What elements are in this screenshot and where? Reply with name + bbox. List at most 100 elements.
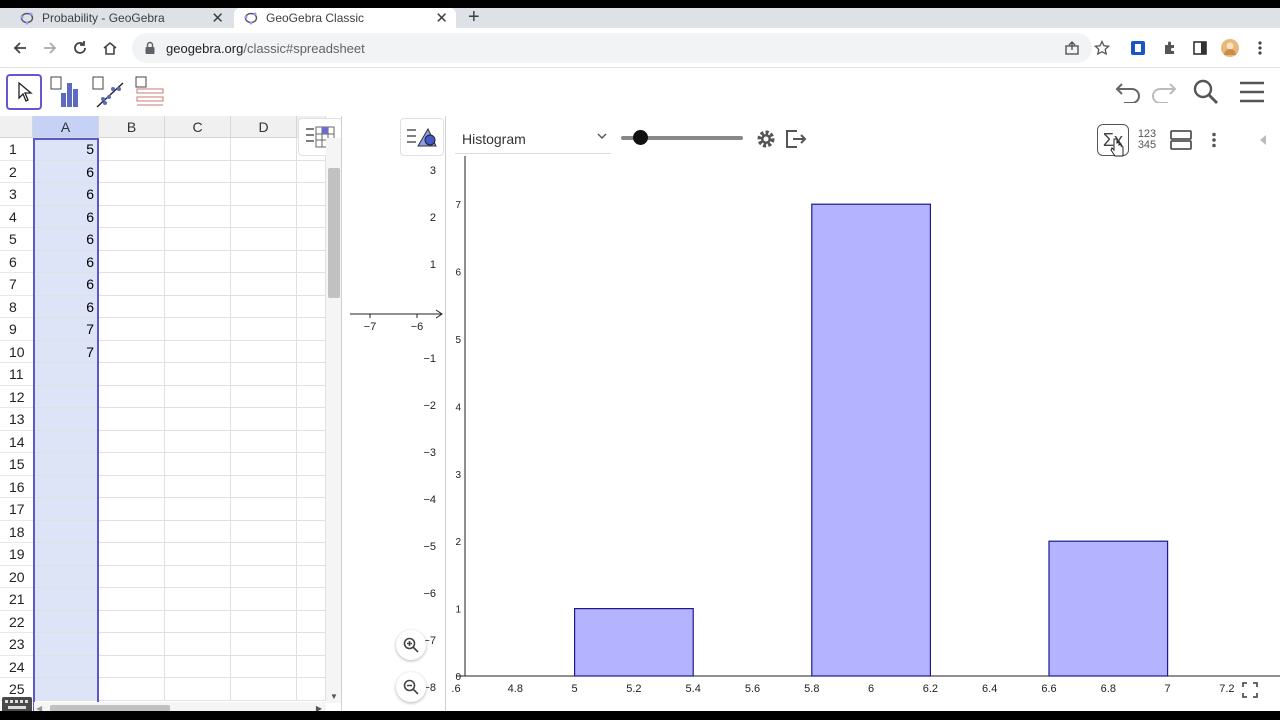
cell-b[interactable] bbox=[99, 183, 165, 206]
cell-e[interactable] bbox=[297, 205, 326, 228]
cell-b[interactable] bbox=[99, 543, 165, 566]
cell-b[interactable] bbox=[99, 250, 165, 273]
row-header[interactable]: 13 bbox=[0, 408, 33, 431]
cell-a[interactable] bbox=[33, 408, 99, 431]
row-header[interactable]: 17 bbox=[0, 498, 33, 521]
extensions-puzzle-icon[interactable] bbox=[1160, 38, 1180, 58]
row-header[interactable]: 10 bbox=[0, 340, 33, 363]
cell-c[interactable] bbox=[165, 385, 231, 408]
vertical-scrollbar[interactable]: ▼ bbox=[326, 138, 341, 703]
cell-d[interactable] bbox=[231, 228, 297, 251]
row-header[interactable]: 19 bbox=[0, 543, 33, 566]
cell-b[interactable] bbox=[99, 588, 165, 611]
cell-d[interactable] bbox=[231, 183, 297, 206]
row-header[interactable]: 4 bbox=[0, 205, 33, 228]
cell-c[interactable] bbox=[165, 340, 231, 363]
export-icon[interactable] bbox=[781, 124, 811, 154]
cell-a[interactable]: 6 bbox=[33, 160, 99, 183]
cell-e[interactable] bbox=[297, 498, 326, 521]
cell-b[interactable] bbox=[99, 340, 165, 363]
cell-a[interactable] bbox=[33, 565, 99, 588]
column-header-d[interactable]: D bbox=[231, 116, 297, 138]
bin-width-slider-handle[interactable] bbox=[633, 130, 648, 145]
row-header[interactable]: 18 bbox=[0, 520, 33, 543]
cell-e[interactable] bbox=[297, 475, 326, 498]
side-panel-icon[interactable] bbox=[1190, 38, 1210, 58]
show-data-button[interactable]: 123 345 bbox=[1131, 124, 1163, 156]
cell-e[interactable] bbox=[297, 633, 326, 656]
zoom-out-icon[interactable] bbox=[396, 672, 426, 702]
cell-b[interactable] bbox=[99, 138, 165, 161]
fullscreen-icon[interactable] bbox=[1239, 679, 1261, 701]
keyboard-icon[interactable] bbox=[2, 697, 32, 711]
cell-b[interactable] bbox=[99, 430, 165, 453]
cell-e[interactable] bbox=[297, 318, 326, 341]
cell-e[interactable] bbox=[297, 160, 326, 183]
settings-gear-icon[interactable] bbox=[751, 124, 781, 154]
share-icon[interactable] bbox=[1062, 38, 1082, 58]
row-header[interactable]: 15 bbox=[0, 453, 33, 476]
cell-c[interactable] bbox=[165, 588, 231, 611]
cell-d[interactable] bbox=[231, 498, 297, 521]
cell-e[interactable] bbox=[297, 543, 326, 566]
multiple-variable-analysis-tool-icon[interactable] bbox=[132, 74, 168, 110]
cell-c[interactable] bbox=[165, 565, 231, 588]
cell-d[interactable] bbox=[231, 655, 297, 678]
url-field[interactable]: geogebra.org/classic#spreadsheet bbox=[132, 33, 1092, 63]
row-header[interactable]: 24 bbox=[0, 655, 33, 678]
close-icon[interactable]: ✕ bbox=[211, 9, 224, 27]
horizontal-scroll-thumb[interactable] bbox=[50, 705, 170, 711]
cell-c[interactable] bbox=[165, 430, 231, 453]
cell-d[interactable] bbox=[231, 520, 297, 543]
cell-a[interactable] bbox=[33, 475, 99, 498]
cell-d[interactable] bbox=[231, 138, 297, 161]
cell-a[interactable]: 6 bbox=[33, 295, 99, 318]
row-header[interactable]: 22 bbox=[0, 610, 33, 633]
tab-probability-geogebra[interactable]: Probability - GeoGebra ✕ bbox=[0, 8, 232, 28]
cell-a[interactable]: 6 bbox=[33, 250, 99, 273]
cell-e[interactable] bbox=[297, 430, 326, 453]
cell-a[interactable]: 6 bbox=[33, 273, 99, 296]
cell-a[interactable] bbox=[33, 678, 99, 701]
row-header[interactable]: 6 bbox=[0, 250, 33, 273]
cell-a[interactable] bbox=[33, 655, 99, 678]
cell-c[interactable] bbox=[165, 228, 231, 251]
cell-b[interactable] bbox=[99, 408, 165, 431]
cell-c[interactable] bbox=[165, 633, 231, 656]
cell-b[interactable] bbox=[99, 475, 165, 498]
column-header-a[interactable]: A bbox=[33, 116, 99, 138]
column-header-c[interactable]: C bbox=[165, 116, 231, 138]
redo-icon[interactable] bbox=[1148, 76, 1180, 108]
reload-icon[interactable] bbox=[70, 38, 90, 58]
cell-d[interactable] bbox=[231, 453, 297, 476]
cell-d[interactable] bbox=[231, 250, 297, 273]
cell-c[interactable] bbox=[165, 453, 231, 476]
row-header[interactable]: 12 bbox=[0, 385, 33, 408]
row-header[interactable]: 23 bbox=[0, 633, 33, 656]
vertical-scroll-thumb[interactable] bbox=[328, 168, 340, 298]
one-variable-analysis-tool-icon[interactable] bbox=[48, 74, 84, 110]
cell-b[interactable] bbox=[99, 205, 165, 228]
cell-c[interactable] bbox=[165, 655, 231, 678]
cell-b[interactable] bbox=[99, 385, 165, 408]
cell-e[interactable] bbox=[297, 250, 326, 273]
cell-b[interactable] bbox=[99, 160, 165, 183]
forward-icon[interactable] bbox=[40, 38, 60, 58]
cell-c[interactable] bbox=[165, 138, 231, 161]
row-header[interactable]: 16 bbox=[0, 475, 33, 498]
cell-c[interactable] bbox=[165, 408, 231, 431]
cell-e[interactable] bbox=[297, 655, 326, 678]
cell-b[interactable] bbox=[99, 565, 165, 588]
row-header[interactable]: 21 bbox=[0, 588, 33, 611]
cell-d[interactable] bbox=[231, 610, 297, 633]
cell-a[interactable] bbox=[33, 363, 99, 386]
search-icon[interactable] bbox=[1190, 76, 1222, 108]
cell-d[interactable] bbox=[231, 205, 297, 228]
cell-e[interactable] bbox=[297, 565, 326, 588]
row-header[interactable]: 5 bbox=[0, 228, 33, 251]
cell-c[interactable] bbox=[165, 205, 231, 228]
cell-d[interactable] bbox=[231, 385, 297, 408]
cell-b[interactable] bbox=[99, 228, 165, 251]
zoom-in-icon[interactable] bbox=[396, 630, 426, 660]
scroll-right-arrow-icon[interactable]: ▶ bbox=[316, 704, 322, 711]
